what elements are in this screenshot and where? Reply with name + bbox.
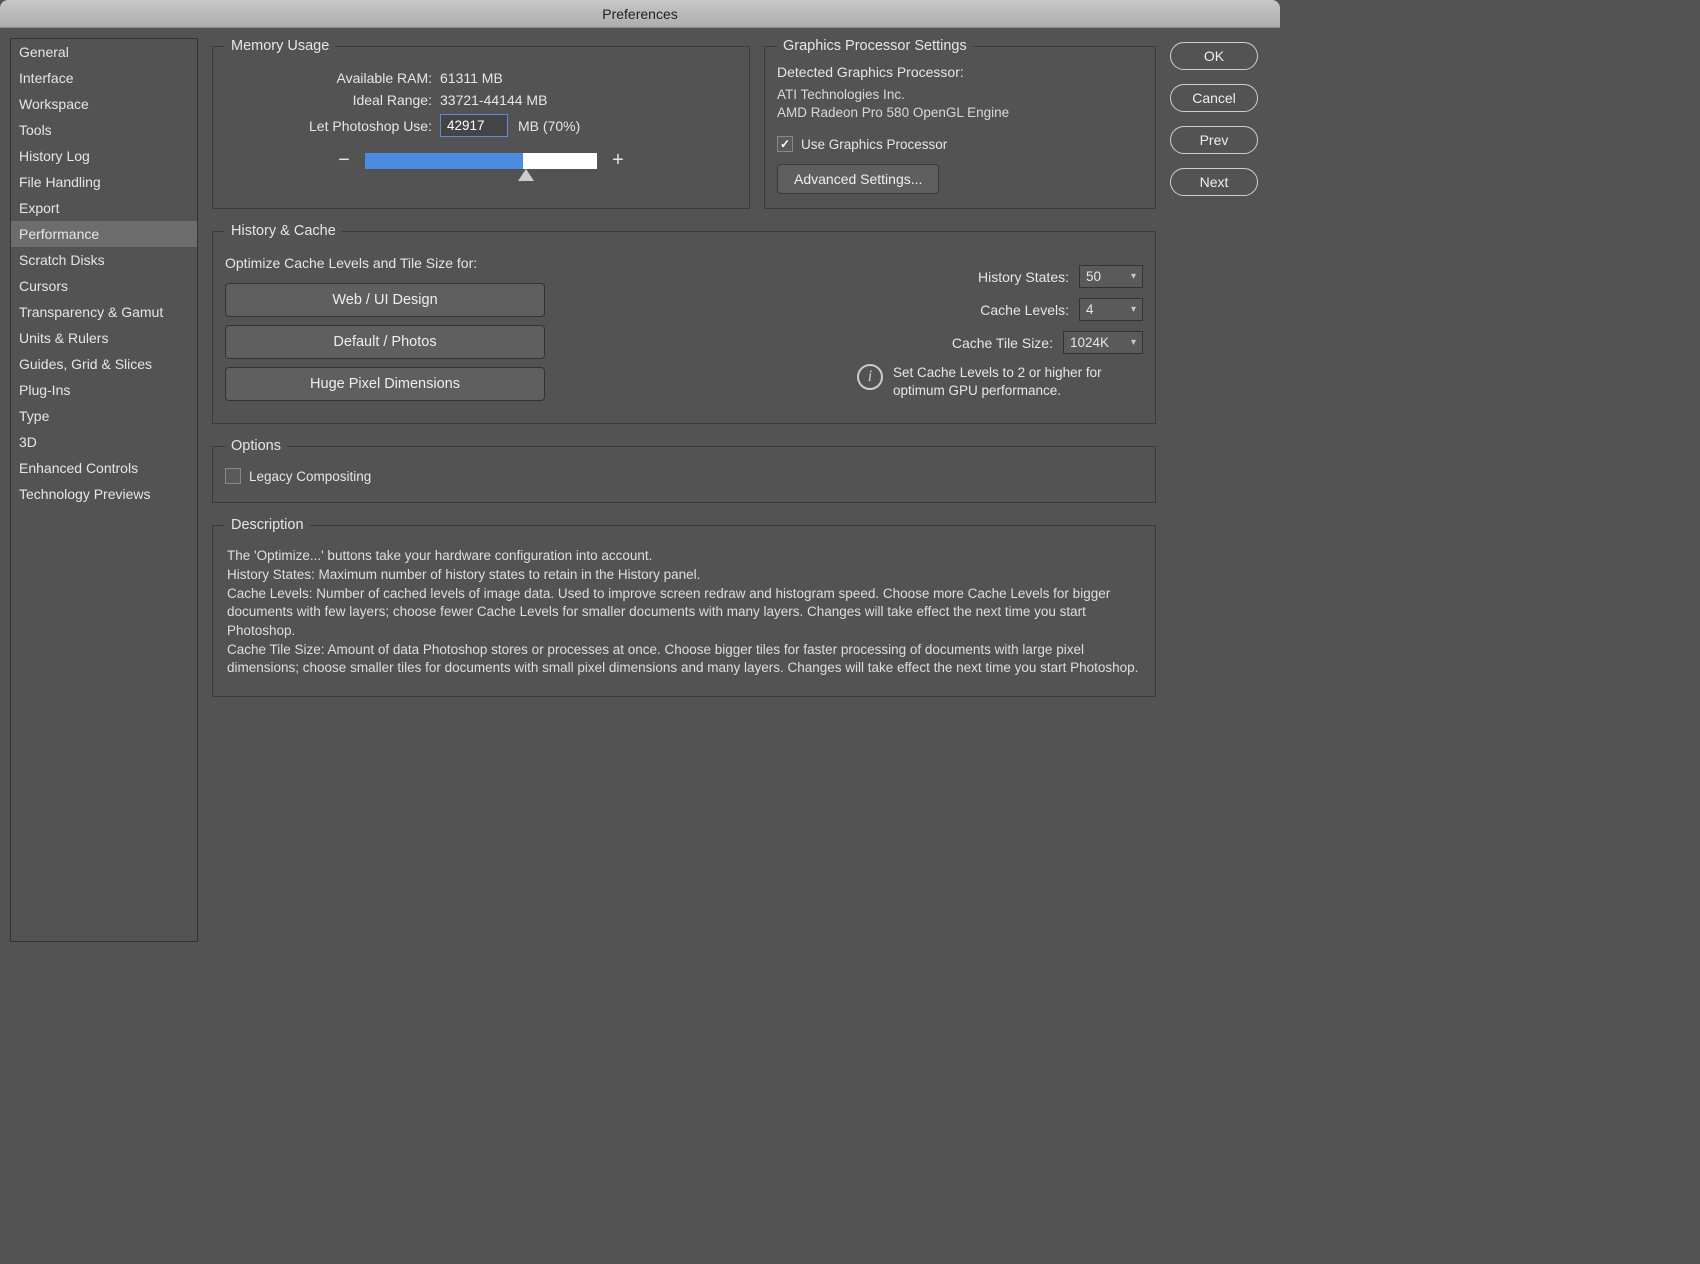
ideal-range-value: 33721-44144 MB [440, 92, 547, 108]
sidebar: GeneralInterfaceWorkspaceToolsHistory Lo… [10, 38, 198, 942]
sidebar-item-type[interactable]: Type [11, 403, 197, 429]
memory-slider-fill [365, 153, 523, 169]
graphics-processor-group: Graphics Processor Settings Detected Gra… [764, 38, 1156, 209]
ok-button[interactable]: OK [1170, 42, 1258, 70]
cache-tile-size-label: Cache Tile Size: [952, 335, 1053, 351]
info-icon: i [857, 364, 883, 390]
window-title: Preferences [0, 0, 1280, 28]
use-gpu-checkbox[interactable] [777, 136, 793, 152]
let-photoshop-use-label: Let Photoshop Use: [225, 118, 440, 134]
gpu-device: AMD Radeon Pro 580 OpenGL Engine [777, 104, 1143, 122]
description-group: Description The 'Optimize...' buttons ta… [212, 517, 1156, 696]
available-ram-value: 61311 MB [440, 70, 503, 86]
chevron-down-icon: ▾ [1131, 271, 1136, 282]
preset-button-huge-pixel-dimensions[interactable]: Huge Pixel Dimensions [225, 367, 545, 401]
chevron-down-icon: ▾ [1131, 304, 1136, 315]
sidebar-item-interface[interactable]: Interface [11, 65, 197, 91]
sidebar-item-export[interactable]: Export [11, 195, 197, 221]
sidebar-item-units-rulers[interactable]: Units & Rulers [11, 325, 197, 351]
memory-usage-group: Memory Usage Available RAM: 61311 MB Ide… [212, 38, 750, 209]
cache-tile-size-select[interactable]: 1024K ▾ [1063, 331, 1143, 354]
memory-increase-button[interactable]: + [609, 149, 627, 172]
history-cache-group: History & Cache Optimize Cache Levels an… [212, 223, 1156, 424]
history-states-value: 50 [1086, 269, 1101, 284]
memory-slider-thumb[interactable] [518, 169, 534, 181]
let-photoshop-use-input[interactable] [440, 114, 508, 137]
ideal-range-label: Ideal Range: [225, 92, 440, 108]
sidebar-item-general[interactable]: General [11, 39, 197, 65]
options-group: Options Legacy Compositing [212, 438, 1156, 503]
history-states-select[interactable]: 50 ▾ [1079, 265, 1143, 288]
gpu-vendor: ATI Technologies Inc. [777, 86, 1143, 104]
description-body: The 'Optimize...' buttons take your hard… [225, 543, 1143, 681]
cancel-button[interactable]: Cancel [1170, 84, 1258, 112]
preset-button-default-photos[interactable]: Default / Photos [225, 325, 545, 359]
next-button[interactable]: Next [1170, 168, 1258, 196]
dialog-buttons: OK Cancel Prev Next [1170, 38, 1270, 942]
cache-levels-select[interactable]: 4 ▾ [1079, 298, 1143, 321]
history-states-label: History States: [978, 269, 1069, 285]
legacy-compositing-label: Legacy Compositing [249, 469, 371, 484]
sidebar-item-transparency-gamut[interactable]: Transparency & Gamut [11, 299, 197, 325]
memory-slider[interactable] [365, 153, 597, 169]
sidebar-item-history-log[interactable]: History Log [11, 143, 197, 169]
detected-gpu-label: Detected Graphics Processor: [777, 64, 1143, 80]
prev-button[interactable]: Prev [1170, 126, 1258, 154]
top-row: Memory Usage Available RAM: 61311 MB Ide… [212, 38, 1156, 209]
sidebar-item-technology-previews[interactable]: Technology Previews [11, 481, 197, 507]
sidebar-item-workspace[interactable]: Workspace [11, 91, 197, 117]
memory-usage-legend: Memory Usage [225, 38, 335, 54]
cache-levels-value: 4 [1086, 302, 1094, 317]
preset-button-web-ui-design[interactable]: Web / UI Design [225, 283, 545, 317]
legacy-compositing-checkbox[interactable] [225, 468, 241, 484]
options-legend: Options [225, 438, 287, 454]
gpu-cache-info-text: Set Cache Levels to 2 or higher for opti… [893, 364, 1143, 399]
sidebar-item-scratch-disks[interactable]: Scratch Disks [11, 247, 197, 273]
sidebar-item-plug-ins[interactable]: Plug-Ins [11, 377, 197, 403]
cache-tile-size-value: 1024K [1070, 335, 1109, 350]
sidebar-item-enhanced-controls[interactable]: Enhanced Controls [11, 455, 197, 481]
use-gpu-label: Use Graphics Processor [801, 137, 947, 152]
available-ram-label: Available RAM: [225, 70, 440, 86]
sidebar-item-tools[interactable]: Tools [11, 117, 197, 143]
memory-decrease-button[interactable]: − [335, 149, 353, 172]
sidebar-item-guides-grid-slices[interactable]: Guides, Grid & Slices [11, 351, 197, 377]
graphics-processor-legend: Graphics Processor Settings [777, 38, 973, 54]
sidebar-item-cursors[interactable]: Cursors [11, 273, 197, 299]
advanced-settings-button[interactable]: Advanced Settings... [777, 164, 939, 194]
optimize-intro: Optimize Cache Levels and Tile Size for: [225, 255, 565, 271]
main-panel: Memory Usage Available RAM: 61311 MB Ide… [212, 38, 1156, 942]
cache-levels-label: Cache Levels: [980, 302, 1069, 318]
history-cache-legend: History & Cache [225, 223, 342, 239]
sidebar-item-3d[interactable]: 3D [11, 429, 197, 455]
sidebar-item-performance[interactable]: Performance [11, 221, 197, 247]
chevron-down-icon: ▾ [1131, 337, 1136, 348]
window-body: GeneralInterfaceWorkspaceToolsHistory Lo… [0, 28, 1280, 952]
let-photoshop-use-suffix: MB (70%) [518, 118, 580, 134]
description-legend: Description [225, 517, 310, 533]
sidebar-item-file-handling[interactable]: File Handling [11, 169, 197, 195]
